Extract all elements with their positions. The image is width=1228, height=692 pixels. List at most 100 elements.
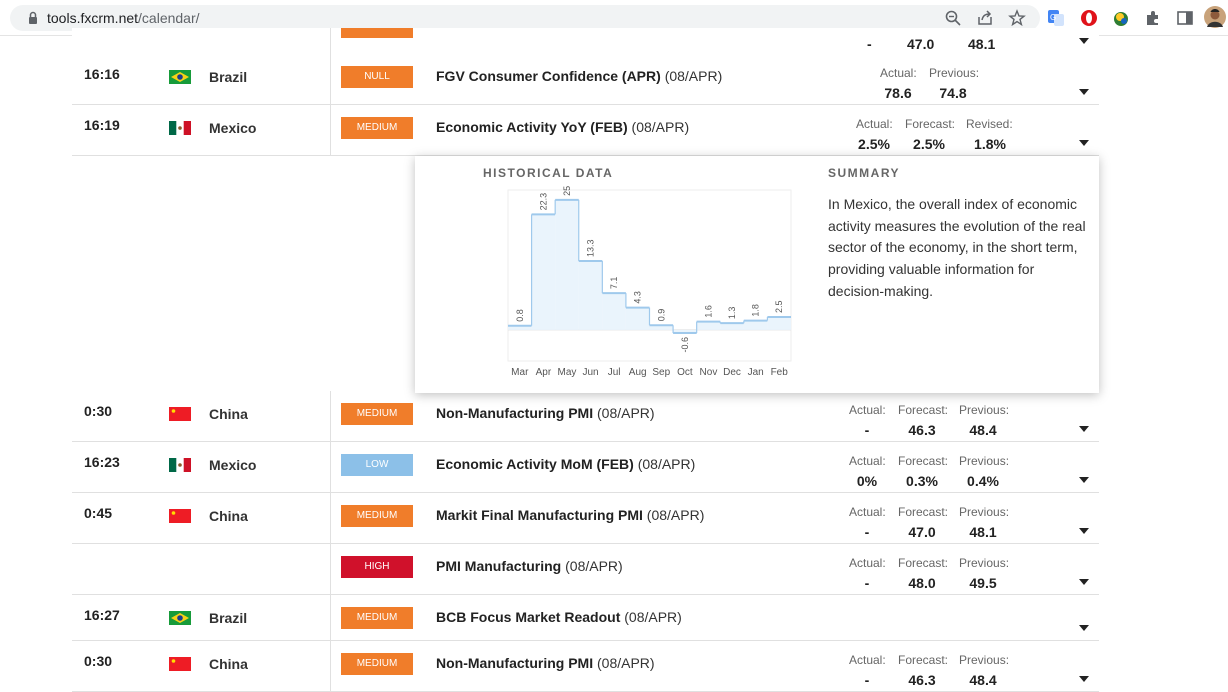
china-flag-icon (169, 509, 191, 523)
chart-area-may (555, 199, 579, 330)
chart-tick-label: Jul (608, 367, 621, 378)
table-row[interactable]: 0:30 China MEDIUM Non-Manufacturing PMI (08… (72, 641, 1099, 692)
chart-area-dec (720, 323, 744, 330)
stat-label: Actual: (849, 505, 886, 519)
table-row[interactable]: HIGH PMI Manufacturing (08/APR) Actual: - Fo… (72, 544, 1099, 595)
country-name: China (209, 656, 248, 672)
chart-tick-label: Jan (748, 367, 764, 378)
star-icon[interactable] (1008, 9, 1026, 27)
zoom-icon[interactable] (944, 9, 962, 27)
stat-value: 48.1 (969, 524, 997, 540)
stat-label: Forecast: (898, 653, 949, 667)
stat-value: 0.3% (906, 473, 938, 489)
stat-value: 78.6 (884, 85, 912, 101)
chevron-down-icon[interactable] (1079, 528, 1089, 534)
stat-label: Actual: (849, 403, 886, 417)
event-name[interactable]: BCB Focus Market Readout (08/APR) (436, 609, 682, 625)
stat-label: Revised: (966, 117, 1013, 131)
event-title: Non-Manufacturing PMI (436, 655, 594, 671)
event-name[interactable]: Non-Manufacturing PMI (08/APR) (436, 655, 655, 671)
stat-label: Actual: (849, 653, 886, 667)
historical-chart: 0.8 Mar 22.3 Apr 25.1 May 13.3 Jun 7.1 Jul 4.3 Aug 0… (507, 186, 792, 378)
chevron-down-icon[interactable] (1079, 140, 1089, 146)
event-time: 16:27 (84, 607, 120, 623)
stat-label: Actual: (849, 454, 886, 468)
table-row[interactable]: 0:30 China MEDIUM Non-Manufacturing PMI (08… (72, 391, 1099, 442)
chart-value-label: -0.6 (680, 337, 690, 353)
event-name[interactable]: Markit Final Manufacturing PMI (08/APR) (436, 507, 704, 523)
table-row[interactable]: 16:19 Mexico MEDIUM Economic Activity YoY (… (72, 105, 1099, 156)
event-title: FGV Consumer Confidence (APR) (436, 68, 661, 84)
chart-value-label: 25.1 (562, 186, 572, 196)
stat-value: 1.8% (974, 136, 1006, 152)
url-text[interactable]: tools.fxcrm.net/calendar/ (47, 10, 200, 26)
globe-icon[interactable] (1112, 9, 1130, 27)
sidepanel-icon[interactable] (1176, 9, 1194, 27)
brazil-flag-icon (169, 70, 191, 84)
country-name: China (209, 406, 248, 422)
share-icon[interactable] (976, 9, 994, 27)
stat-value: - (864, 672, 870, 688)
event-name[interactable]: FGV Consumer Confidence (APR) (08/APR) (436, 68, 722, 84)
event-title: Economic Activity MoM (FEB) (436, 456, 634, 472)
event-name[interactable]: PMI Manufacturing (08/APR) (436, 558, 623, 574)
chart-area-jan (743, 320, 768, 330)
impact-badge: MEDIUM (341, 653, 413, 675)
event-name[interactable]: Non-Manufacturing PMI (08/APR) (436, 405, 655, 421)
stat-value: 48.4 (969, 422, 997, 438)
column-divider (330, 544, 331, 595)
event-time: 16:19 (84, 117, 120, 133)
chart-tick-label: Sep (652, 367, 670, 378)
impact-badge: MEDIUM (341, 403, 413, 425)
table-row[interactable]: 16:16 Brazil NULL FGV Consumer Confidence (… (72, 54, 1099, 105)
chevron-down-icon[interactable] (1079, 676, 1089, 682)
chevron-down-icon[interactable] (1079, 38, 1089, 44)
chevron-down-icon[interactable] (1079, 625, 1089, 631)
impact-badge: MEDIUM (341, 117, 413, 139)
event-date: (08/APR) (664, 68, 723, 84)
chart-value-label: 0.9 (656, 309, 666, 322)
stat-value: 46.3 (908, 672, 936, 688)
chart-area-apr (531, 214, 556, 330)
chart-value-label: 1.6 (703, 305, 713, 318)
chevron-down-icon[interactable] (1079, 89, 1089, 95)
stat-value: 2.5% (913, 136, 945, 152)
column-divider (330, 641, 331, 692)
stat-label: Forecast: (898, 454, 949, 468)
historical-data-title: HISTORICAL DATA (483, 166, 614, 180)
stat-label: Previous: (959, 505, 1010, 519)
summary-title: SUMMARY (828, 166, 901, 180)
china-flag-icon (169, 407, 191, 421)
chart-value-label: 22.3 (538, 193, 548, 211)
impact-badge (341, 28, 413, 38)
event-date: (08/APR) (597, 405, 655, 421)
profile-avatar[interactable] (1204, 6, 1226, 28)
event-date: (08/APR) (597, 655, 655, 671)
chart-area-feb (767, 316, 791, 330)
chart-value-label: 7.1 (609, 277, 619, 290)
stat-label: Previous: (959, 403, 1010, 417)
table-row[interactable]: 16:27 Brazil MEDIUM BCB Focus Market Readou… (72, 595, 1099, 641)
table-row[interactable]: 0:45 China MEDIUM Markit Final Manufacturin… (72, 493, 1099, 544)
chevron-down-icon[interactable] (1079, 477, 1089, 483)
chart-tick-label: Feb (771, 367, 789, 378)
event-date: (08/APR) (624, 609, 682, 625)
chevron-down-icon[interactable] (1079, 426, 1089, 432)
country-name: Mexico (209, 120, 257, 136)
event-title: Economic Activity YoY (FEB) (436, 119, 628, 135)
table-row[interactable]: 16:23 Mexico LOW Economic Activity MoM (FEB… (72, 442, 1099, 493)
chart-tick-label: May (558, 367, 577, 378)
chart-tick-label: Apr (536, 367, 552, 378)
stat-value: 47.0 (908, 524, 936, 540)
event-name[interactable]: Economic Activity YoY (FEB) (08/APR) (436, 119, 689, 135)
opera-icon[interactable] (1080, 9, 1098, 27)
puzzle-icon[interactable] (1144, 9, 1162, 27)
stat-label: Actual: (849, 556, 886, 570)
event-name[interactable]: Economic Activity MoM (FEB) (08/APR) (436, 456, 695, 472)
translate-icon[interactable]: G (1047, 9, 1065, 27)
brazil-flag-icon (169, 611, 191, 625)
country-name: Mexico (209, 457, 257, 473)
column-divider (330, 28, 331, 55)
table-row[interactable]: - 47.0 48.1 (72, 28, 1099, 55)
chevron-down-icon[interactable] (1079, 579, 1089, 585)
